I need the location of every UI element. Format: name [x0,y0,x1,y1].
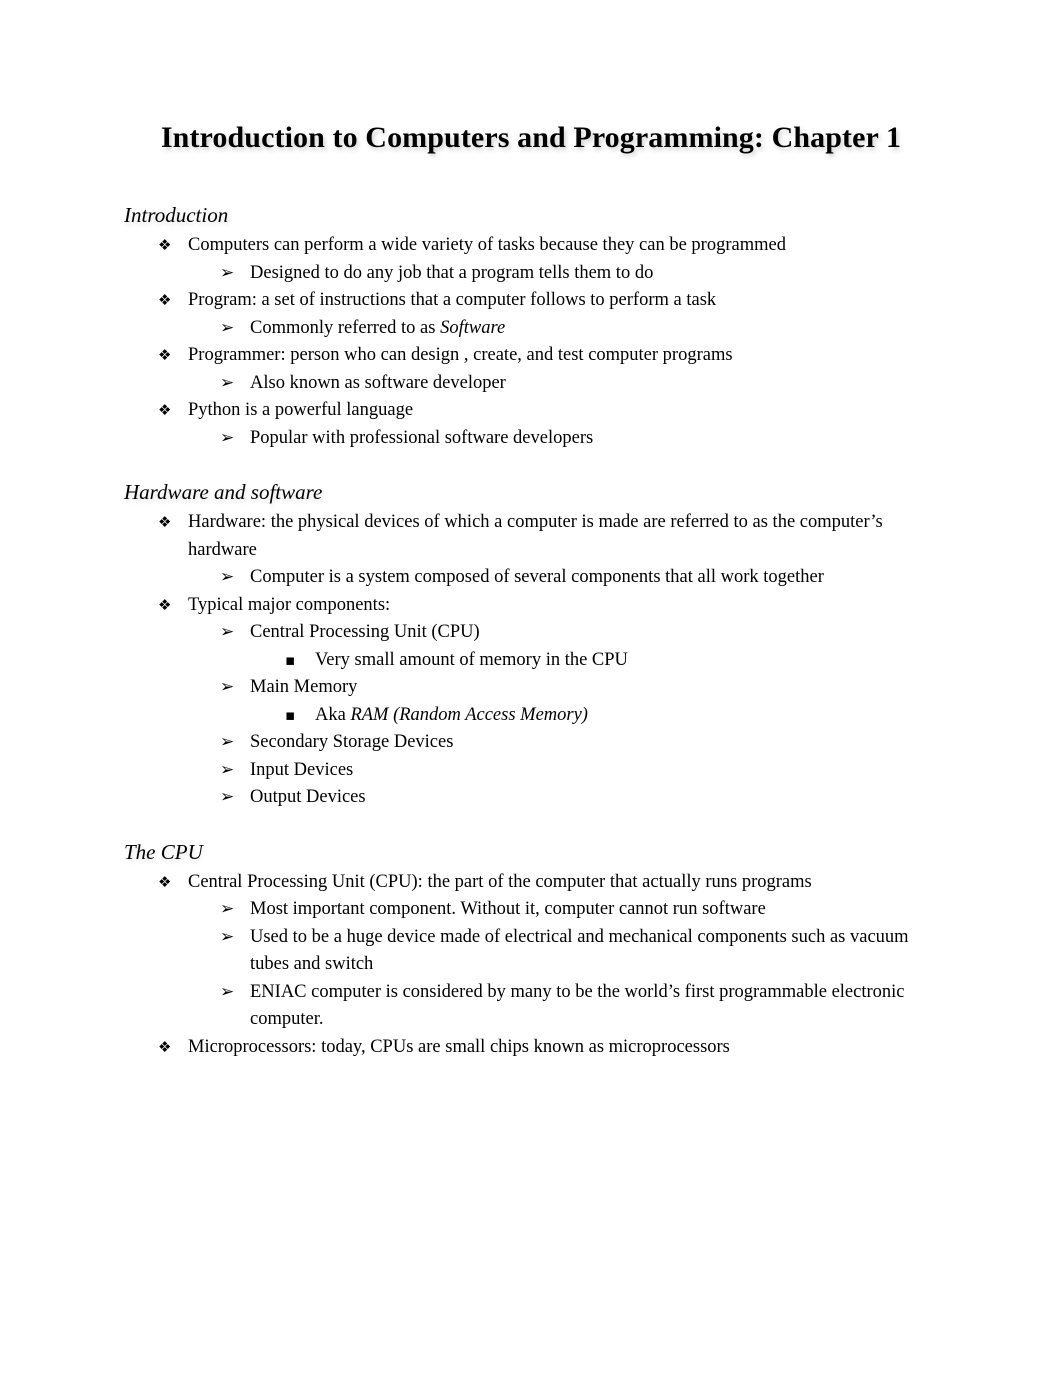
bullet-item-level-1: ❖ Central Processing Unit (CPU): the part… [124,869,934,897]
section: The CPU ❖ Central Processing Unit (CPU): t… [124,837,934,1062]
bullet-item-text: Hardware: the physical devices of which … [188,512,883,560]
bullet-item-text: Designed to do any job that a program te… [250,262,654,283]
bullet-item-text: Used to be a huge device made of electri… [250,926,909,975]
bullet-item-level-1: ❖ Hardware: the physical devices of which… [124,509,934,564]
bullet-item-level-2: ➢ Central Processing Unit (CPU) [124,619,934,647]
section: Hardware and software ❖ Hardware: the phys… [124,477,934,812]
bullet-level-2-icon: ➢ [220,732,235,752]
bullet-item-text: Main Memory [250,677,358,697]
bullet-item-text: Central Processing Unit (CPU) [250,622,480,642]
section-heading: The CPU [124,839,203,864]
bullet-item-level-1: ❖ Typical major components: [124,592,934,620]
bullet-level-1-icon: ❖ [158,1037,172,1056]
bullet-item-level-2: ➢ Most important component. Without it, c… [124,896,934,924]
section: Introduction ❖ Computers can perform a wid… [124,200,934,452]
bullet-item-level-1: ❖ Python is a powerful language [124,397,934,425]
bullet-level-2-icon: ➢ [220,899,235,919]
bullet-item-level-2: ➢ ENIAC computer is considered by many to… [124,979,934,1034]
document-body: Introduction ❖ Computers can perform a wid… [124,200,934,1061]
bullet-level-3-icon: ▪ [285,650,296,669]
bullet-level-2-icon: ➢ [220,372,235,393]
bullet-item-text: Very small amount of memory in the CPU [315,649,628,670]
bullet-item-level-2: ➢ Output Devices [124,784,934,812]
bullet-item-text: Aka RAM (Random Access Memory) [315,704,588,725]
document-page: Introduction to Computers and Programmin… [0,0,1062,1377]
bullet-level-2-icon: ➢ [220,926,235,947]
bullet-level-2-icon: ➢ [220,787,235,807]
bullet-level-2-icon: ➢ [220,427,235,448]
section-heading: Hardware and software [124,480,323,504]
bullet-item-text: ENIAC computer is considered by many to … [250,981,905,1030]
emphasis-text: Software [440,317,506,338]
bullet-item-text: Secondary Storage Devices [250,732,454,752]
bullet-level-1-icon: ❖ [158,872,172,891]
bullet-level-2-icon: ➢ [220,981,235,1002]
bullet-level-3-icon: ▪ [285,705,296,724]
bullet-item-text: Typical major components: [188,594,391,615]
bullet-item-level-2: ➢ Computer is a system composed of severa… [124,564,934,592]
bullet-item-text: Popular with professional software devel… [250,427,594,448]
bullet-item-level-2: ➢ Commonly referred to as Software [124,315,934,343]
bullet-level-2-icon: ➢ [220,317,235,338]
bullet-item-level-2: ➢ Secondary Storage Devices [124,729,934,757]
bullet-item-level-2: ➢ Input Devices [124,757,934,785]
bullet-item-text: Central Processing Unit (CPU): the part … [188,871,812,892]
bullet-level-1-icon: ❖ [158,513,172,531]
bullet-item-level-2: ➢ Popular with professional software deve… [124,425,934,453]
bullet-item-level-3: ▪ Aka RAM (Random Access Memory) [124,702,934,730]
bullet-item-level-1: ❖ Microprocessors: today, CPUs are small … [124,1034,934,1062]
bullet-level-2-icon: ➢ [220,622,235,642]
bullet-item-text: Programmer: person who can design , crea… [188,345,733,365]
bullet-item-text: Computer is a system composed of several… [250,567,824,587]
bullet-level-2-icon: ➢ [220,759,235,780]
bullet-level-2-icon: ➢ [220,677,235,697]
bullet-item-level-2: ➢ Also known as software developer [124,370,934,398]
bullet-item-level-1: ❖ Program: a set of instructions that a c… [124,287,934,315]
bullet-item-text: Computers can perform a wide variety of … [188,235,786,255]
bullet-item-text: Commonly referred to as Software [250,317,506,338]
bullet-item-text: Python is a powerful language [188,400,414,420]
bullet-item-text: Output Devices [250,787,366,807]
bullet-item-level-3: ▪ Very small amount of memory in the CPU [124,647,934,675]
bullet-item-level-2: ➢ Main Memory [124,674,934,702]
bullet-level-2-icon: ➢ [220,567,235,587]
bullet-item-text: Also known as software developer [250,372,506,393]
bullet-item-level-2: ➢ Used to be a huge device made of electr… [124,924,934,979]
bullet-item-level-1: ❖ Programmer: person who can design , cre… [124,342,934,370]
bullet-item-text: Program: a set of instructions that a co… [188,290,717,310]
bullet-item-text: Microprocessors: today, CPUs are small c… [188,1036,730,1057]
page-title: Introduction to Computers and Programmin… [160,121,902,154]
section-heading: Introduction [124,203,229,227]
emphasis-text: RAM (Random Access Memory) [350,704,588,725]
bullet-level-1-icon: ❖ [158,595,172,614]
bullet-level-1-icon: ❖ [158,291,172,309]
bullet-level-1-icon: ❖ [158,346,172,364]
bullet-item-level-2: ➢ Designed to do any job that a program t… [124,260,934,288]
bullet-item-level-1: ❖ Computers can perform a wide variety of… [124,232,934,260]
bullet-item-text: Most important component. Without it, co… [250,899,766,919]
bullet-level-1-icon: ❖ [158,236,172,254]
bullet-item-text: Input Devices [250,759,354,780]
bullet-level-2-icon: ➢ [220,262,235,283]
bullet-level-1-icon: ❖ [158,401,172,419]
